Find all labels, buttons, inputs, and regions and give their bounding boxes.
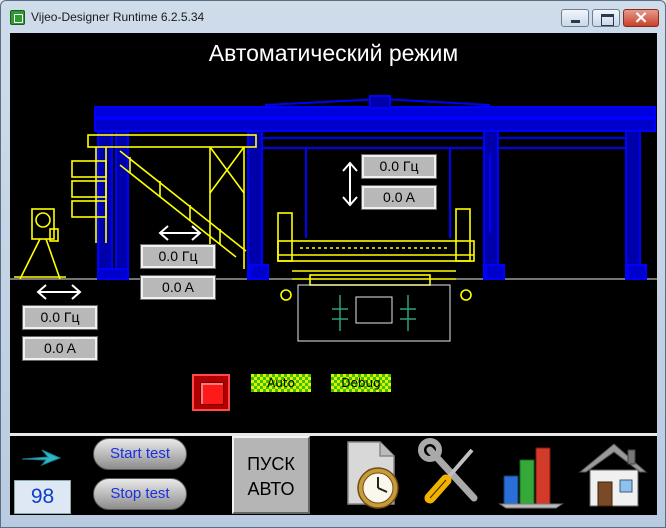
hoist-current-readout: 0.0 A bbox=[361, 185, 437, 210]
emergency-stop-button[interactable] bbox=[192, 374, 230, 411]
carriage-frame bbox=[297, 284, 451, 342]
home-icon[interactable] bbox=[576, 438, 650, 510]
auto-indicator[interactable]: Auto bbox=[251, 374, 311, 392]
counter-display: 98 bbox=[14, 480, 71, 514]
runtime-window: Vijeo-Designer Runtime 6.2.5.34 × Автома… bbox=[0, 0, 666, 528]
horizontal-arrow-icon bbox=[36, 284, 82, 300]
arrow-right-icon[interactable] bbox=[20, 446, 62, 468]
tools-icon[interactable] bbox=[416, 438, 488, 510]
bottom-toolbar: 98 Start test Stop test ПУСК АВТО bbox=[10, 433, 657, 515]
hoist-frequency-readout: 0.0 Гц bbox=[361, 154, 437, 179]
title-bar[interactable]: Vijeo-Designer Runtime 6.2.5.34 bbox=[1, 1, 665, 33]
stop-test-button[interactable]: Stop test bbox=[93, 478, 187, 510]
debug-indicator[interactable]: Debug bbox=[331, 374, 391, 392]
close-button[interactable] bbox=[623, 7, 659, 28]
mode-title: Автоматический режим bbox=[208, 40, 459, 66]
start-test-button[interactable]: Start test bbox=[93, 438, 187, 470]
horizontal-arrow-icon bbox=[158, 225, 202, 241]
window-title: Vijeo-Designer Runtime 6.2.5.34 bbox=[31, 10, 205, 24]
hmi-screen: Автоматический режим 0.0 Гц 0.0 A 0.0 Гц… bbox=[10, 33, 657, 433]
maximize-button[interactable] bbox=[592, 9, 620, 27]
start-auto-line1: ПУСК bbox=[247, 454, 295, 474]
vertical-arrow-icon bbox=[342, 161, 358, 207]
machine-schematic bbox=[10, 95, 657, 342]
clock-document-icon[interactable] bbox=[336, 438, 408, 512]
left-current-readout: 0.0 A bbox=[22, 336, 98, 361]
clamp-sensors bbox=[332, 295, 416, 331]
start-auto-button[interactable]: ПУСК АВТО bbox=[232, 436, 310, 514]
incline-current-readout: 0.0 A bbox=[140, 275, 216, 300]
left-frequency-readout: 0.0 Гц bbox=[22, 305, 98, 330]
carriage bbox=[277, 208, 475, 301]
incline-frequency-readout: 0.0 Гц bbox=[140, 244, 216, 269]
left-winch bbox=[14, 208, 66, 280]
minimize-button[interactable] bbox=[561, 9, 589, 27]
app-icon bbox=[10, 10, 25, 25]
bar-chart-icon[interactable] bbox=[496, 438, 568, 510]
start-auto-line2: АВТО bbox=[247, 479, 295, 499]
